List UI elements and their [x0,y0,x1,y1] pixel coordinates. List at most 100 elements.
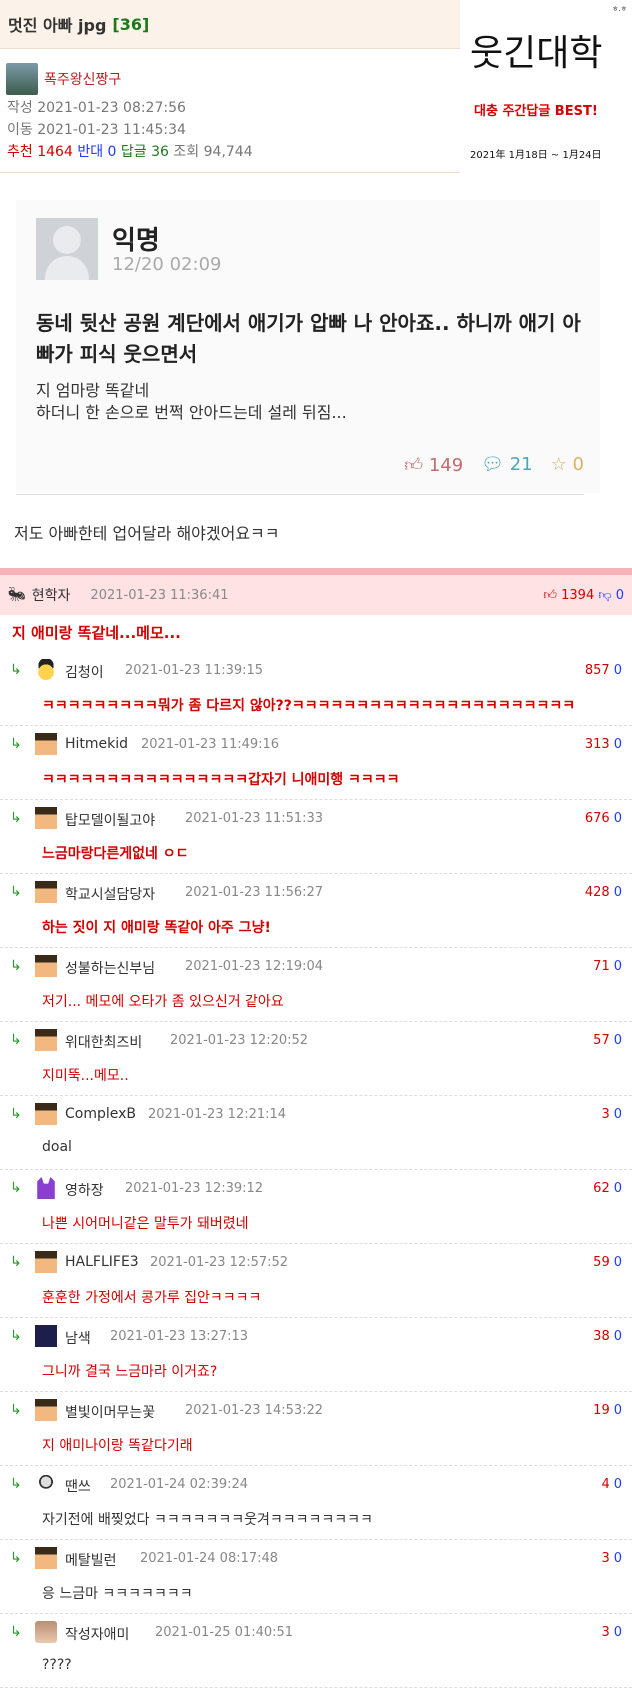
reply-down[interactable]: 0 [614,737,622,752]
reply-down[interactable]: 0 [614,663,622,678]
reply-votes: 30 [601,1551,622,1566]
reply-votes: 71 0 [593,959,622,974]
reply-count-badge[interactable]: [36] [112,15,149,34]
card-comments: 💬︎ 21 [481,454,533,476]
avatar[interactable] [35,1621,57,1643]
avatar[interactable] [35,881,57,903]
reply-down[interactable]: 0 [614,1107,622,1122]
avatar[interactable] [35,733,57,755]
reply-date: 2021-01-25 01:40:51 [155,1625,294,1640]
created-label: 작성 [7,100,33,116]
reply-text: 훈훈한 가정에서 콩가루 집안ㅋㅋㅋㅋ [42,1290,262,1306]
reply-arrow-icon: ↳ [10,736,22,752]
reply-up[interactable]: 428 [585,885,610,900]
site-logo[interactable]: ㅎ.ㅎ 웃긴대학 대충 주간답글 BEST! 2021年 1月18日 ~ 1月2… [462,0,632,172]
reply-arrow-icon: ↳ [10,1032,22,1048]
reply-text: doal [42,1139,72,1155]
thumbs-up-icon[interactable]: 👍︎ [543,588,557,603]
reply-up[interactable]: 4 [601,1477,609,1492]
avatar[interactable] [35,1251,57,1273]
author-name[interactable]: 폭주왕신짱구 [44,69,121,89]
reply-down[interactable]: 0 [614,1181,622,1196]
reply-votes: 676 0 [585,811,622,826]
reply-down[interactable]: 0 [614,1033,622,1048]
reply-up[interactable]: 3 [601,1625,609,1640]
embedded-post-card: 익명 12/20 02:09 동네 뒷산 공원 계단에서 애기가 압빠 나 안아… [16,200,600,493]
reply-text: 하는 짓이 지 애미랑 똑같아 아주 그냥! [42,920,271,936]
reply-up[interactable]: 57 [593,1033,610,1048]
reply-author[interactable]: Hitmekid [65,736,128,752]
list-item: ↳ 작성자애미 2021-01-25 01:40:51 30 ???? [0,1614,632,1688]
reply-author[interactable]: 메탈빌런 [65,1550,117,1570]
thumbs-up-icon: 👍︎ [404,455,424,476]
avatar[interactable] [35,659,57,681]
reply-author[interactable]: 위대한최즈비 [65,1032,142,1052]
comments-separator [0,568,632,575]
card-author: 익명 [112,226,160,256]
reply-date: 2021-01-23 11:51:33 [185,811,324,826]
reply-up[interactable]: 59 [593,1255,610,1270]
reply-author[interactable]: 성불하는신부님 [65,958,155,978]
reply-down[interactable]: 0 [614,1255,622,1270]
reply-up[interactable]: 71 [593,959,610,974]
list-item: ↳ 메탈빌런 2021-01-24 08:17:48 30 응 느금마 ㅋㅋㅋㅋ… [0,1540,632,1614]
reply-up[interactable]: 19 [593,1403,610,1418]
reply-author[interactable]: 학교시설담당자 [65,884,155,904]
avatar[interactable] [35,1325,57,1347]
avatar[interactable] [37,1177,55,1199]
avatar[interactable] [35,1029,57,1051]
reply-author[interactable]: 남색 [65,1328,91,1348]
reply-author[interactable]: ComplexB [65,1106,136,1122]
reply-down[interactable]: 0 [614,885,622,900]
avatar[interactable] [35,1103,57,1125]
reply-down[interactable]: 0 [614,959,622,974]
reply-author[interactable]: 탑모델이될고야 [65,810,155,830]
avatar[interactable] [35,1547,57,1569]
avatar[interactable] [35,1399,57,1421]
reply-author[interactable]: HALFLIFE3 [65,1254,139,1270]
avatar[interactable] [35,955,57,977]
list-item: ↳ 땐쓰 2021-01-24 02:39:24 40 자기전에 배찢었다 ㅋㅋ… [0,1466,632,1540]
reply-text: 자기전에 배찢었다 ㅋㅋㅋㅋㅋㅋㅋ웃겨ㅋㅋㅋㅋㅋㅋㅋㅋ [42,1512,373,1528]
reply-author[interactable]: 별빛이머무는꽃 [65,1402,155,1422]
reply-date: 2021-01-24 02:39:24 [110,1477,249,1492]
reply-down[interactable]: 0 [614,811,622,826]
reply-up[interactable]: 3 [601,1551,609,1566]
list-item: ↳ ComplexB 2021-01-23 12:21:14 30 doal [0,1096,632,1170]
reply-date: 2021-01-23 11:49:16 [141,737,280,752]
best-reply-avatar-icon[interactable]: 🐜︎ [8,587,26,603]
reply-down[interactable]: 0 [614,1625,622,1640]
logo-mark: ㅎ.ㅎ [612,5,628,13]
reply-up[interactable]: 676 [585,811,610,826]
reply-down[interactable]: 0 [614,1551,622,1566]
list-item: ↳ 남색 2021-01-23 13:27:13 38 0 그니까 결국 느금마라… [0,1318,632,1392]
reply-down[interactable]: 0 [614,1403,622,1418]
reply-date: 2021-01-24 08:17:48 [140,1551,279,1566]
best-reply-up: 1394 [561,587,595,603]
avatar[interactable] [35,1473,57,1495]
reply-arrow-icon: ↳ [10,662,22,678]
reply-author[interactable]: 김청이 [65,662,104,682]
reply-up[interactable]: 38 [593,1329,610,1344]
reply-text: 그니까 결국 느금마라 이거죠? [42,1364,218,1380]
reply-up[interactable]: 857 [585,663,610,678]
best-reply-author[interactable]: 현학자 [32,585,71,605]
post-header: 멋진 아빠 jpg [36] 폭주왕신짱구 작성 2021-01-23 08:2… [0,0,460,172]
avatar[interactable] [35,807,57,829]
reply-down[interactable]: 0 [614,1477,622,1492]
list-item: ↳ 영하장 2021-01-23 12:39:12 62 0 나쁜 시어머니같은 … [0,1170,632,1244]
reply-up[interactable]: 62 [593,1181,610,1196]
author-avatar[interactable] [6,63,38,95]
reply-author[interactable]: 땐쓰 [65,1476,91,1496]
thumbs-down-icon[interactable]: 👎︎ [598,588,611,603]
reply-date: 2021-01-23 13:27:13 [110,1329,249,1344]
reply-date: 2021-01-23 12:21:14 [148,1107,287,1122]
reply-votes: 38 0 [593,1329,622,1344]
reply-arrow-icon: ↳ [10,958,22,974]
reply-author[interactable]: 작성자애미 [65,1624,129,1644]
reply-up[interactable]: 313 [585,737,610,752]
reply-text: 지 애미나이랑 똑같다기래 [42,1438,193,1454]
reply-up[interactable]: 3 [601,1107,609,1122]
reply-down[interactable]: 0 [614,1329,622,1344]
reply-author[interactable]: 영하장 [65,1180,104,1200]
